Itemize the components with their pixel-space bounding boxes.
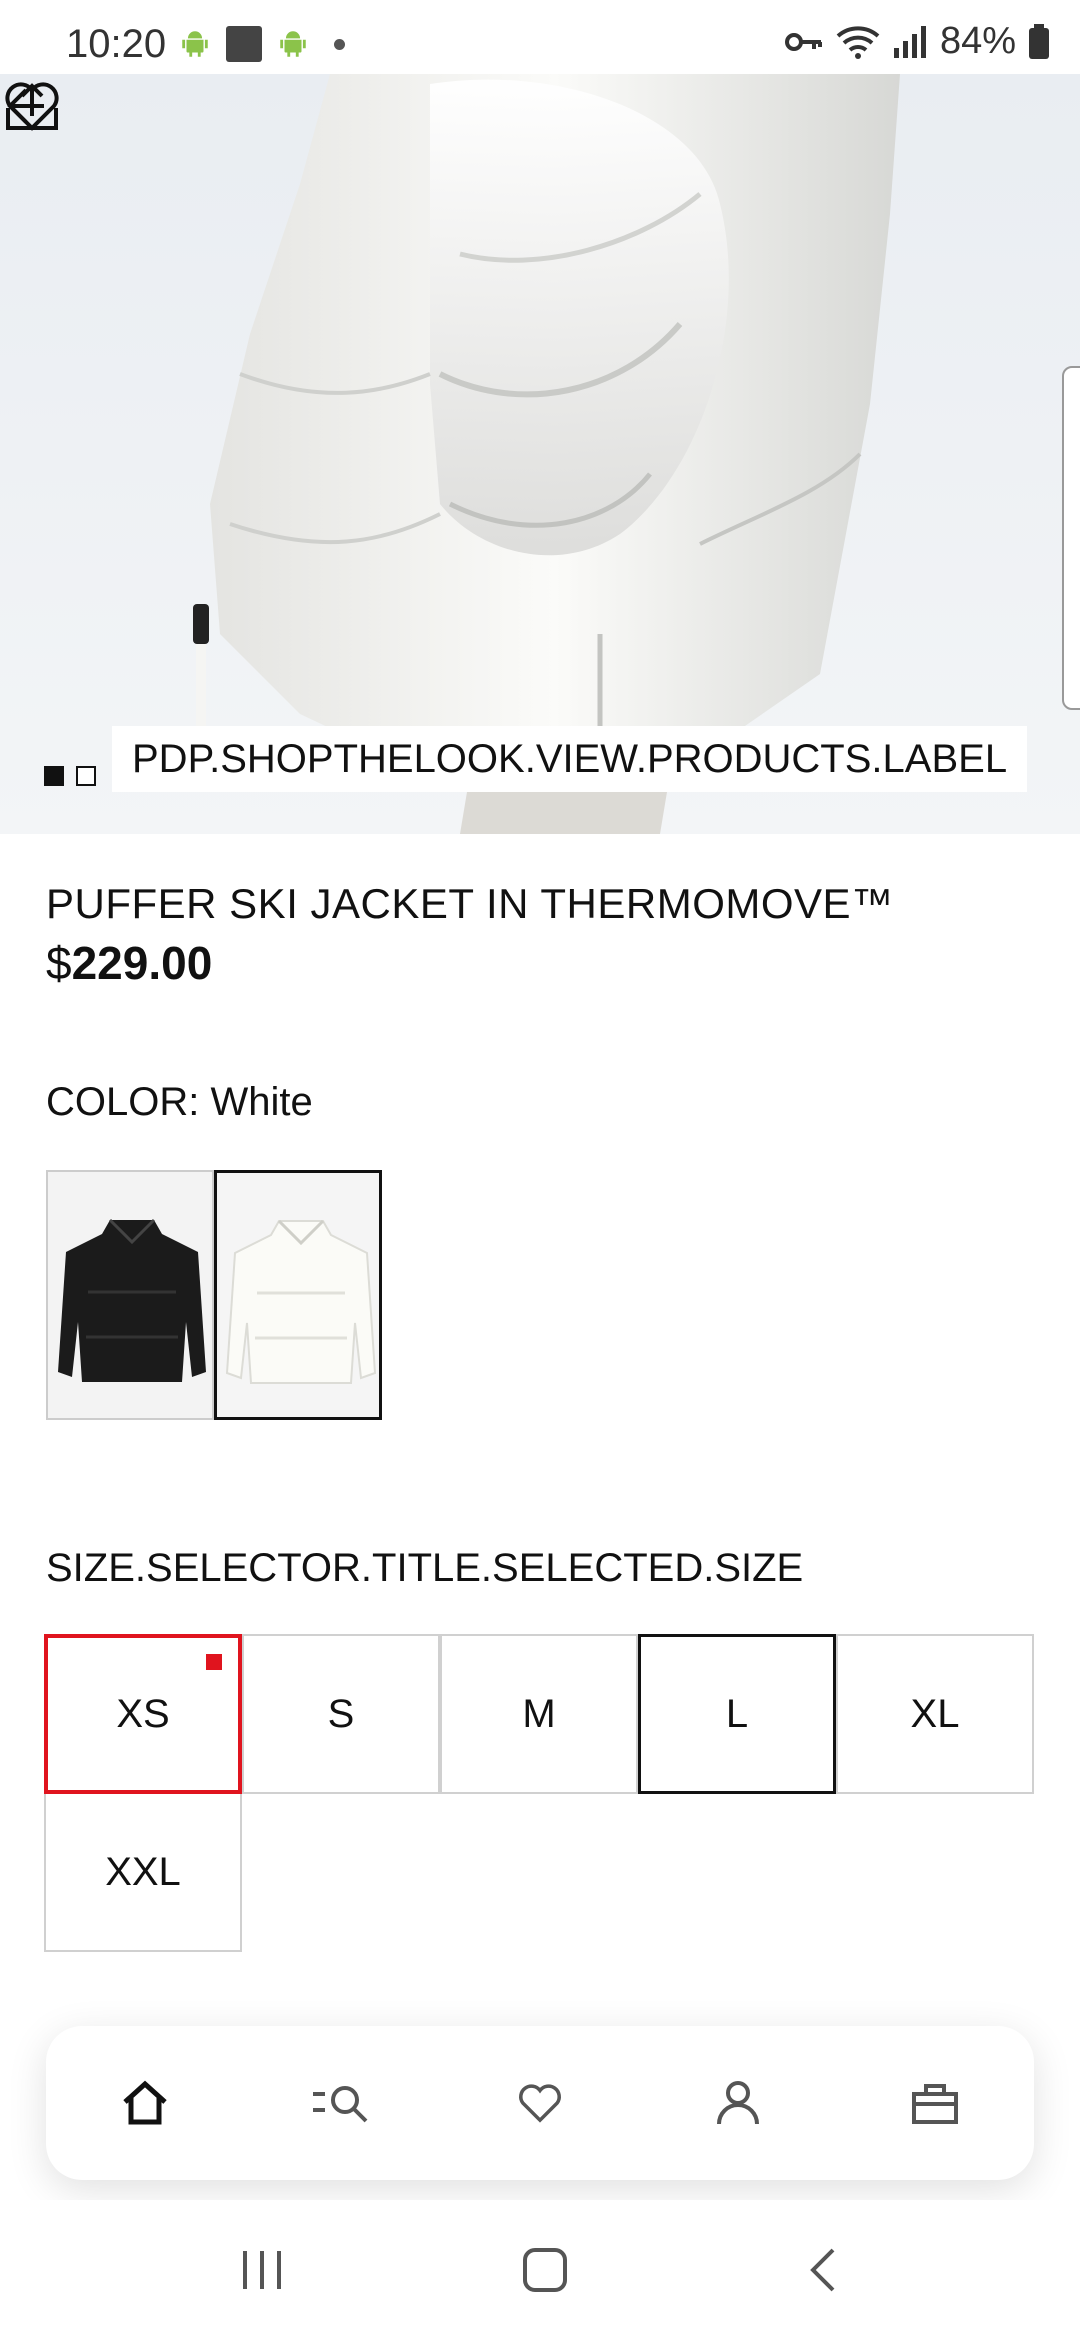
nav-bag[interactable] [890, 2058, 980, 2148]
size-option-xl[interactable]: XL [836, 1634, 1034, 1794]
status-time: 10:20 [66, 22, 167, 66]
battery-percent: 84% [939, 20, 1016, 62]
system-home-icon[interactable] [520, 2245, 570, 2295]
product-price: $229.00 [46, 936, 212, 990]
account-icon [716, 2081, 759, 2125]
product-title: PUFFER SKI JACKET IN THERMOMOVE™ [46, 880, 894, 927]
size-option-xxl[interactable]: XXL [44, 1792, 242, 1952]
low-stock-indicator [206, 1654, 222, 1670]
swatch-white[interactable] [214, 1170, 382, 1420]
shop-the-look-button[interactable]: PDP.SHOPTHELOOK.VIEW.PRODUCTS.LABEL [112, 726, 1028, 792]
price-currency: $ [46, 937, 72, 989]
nav-home[interactable] [100, 2058, 190, 2148]
pager-dot [76, 766, 96, 786]
bottom-navigation [46, 2026, 1034, 2180]
pager-dot-active [44, 766, 64, 786]
scroll-handle[interactable] [1062, 366, 1080, 710]
android-icon [280, 31, 306, 57]
android-icon [182, 31, 208, 57]
size-selector-title: SIZE.SELECTOR.TITLE.SELECTED.SIZE [46, 1546, 804, 1590]
white-jacket-thumbnail [225, 1219, 377, 1384]
price-value: 229.00 [71, 937, 213, 989]
search-icon [313, 2086, 368, 2123]
nav-favorites[interactable] [495, 2058, 585, 2148]
vpn-key-icon [784, 32, 822, 51]
dot-icon [334, 38, 345, 50]
system-back-icon[interactable] [803, 2245, 843, 2295]
color-value: White [210, 1080, 313, 1124]
signal-icon [893, 25, 926, 58]
color-prefix: COLOR: [46, 1080, 200, 1124]
status-bar: 10:20 84% [0, 0, 1080, 74]
image-pager [44, 766, 96, 786]
black-jacket-thumbnail [58, 1218, 206, 1382]
wifi-icon [836, 25, 880, 59]
nav-search[interactable] [297, 2058, 387, 2148]
status-right: 84% [784, 20, 1050, 63]
battery-icon [1029, 23, 1049, 59]
home-icon [123, 2080, 167, 2125]
bag-icon [912, 2084, 959, 2124]
favorite-heart-icon[interactable] [0, 74, 64, 138]
swatch-black[interactable] [46, 1170, 214, 1420]
notification-icons [178, 26, 345, 62]
product-image [193, 74, 900, 834]
color-label: COLOR: White [46, 1080, 313, 1125]
size-option-l[interactable]: L [638, 1634, 836, 1794]
size-option-m[interactable]: M [440, 1634, 638, 1794]
product-image-carousel[interactable]: PDP.SHOPTHELOOK.VIEW.PRODUCTS.LABEL [0, 74, 1080, 834]
color-swatches [46, 1170, 382, 1420]
square-icon [226, 26, 262, 62]
size-label: S [327, 1691, 355, 1736]
size-label: XS [116, 1691, 170, 1736]
size-option-s[interactable]: S [242, 1634, 440, 1794]
size-option-xs[interactable]: XS [44, 1634, 242, 1794]
size-label: XL [910, 1691, 960, 1736]
size-label: XXL [105, 1849, 181, 1894]
system-navigation-bar [0, 2200, 1080, 2340]
size-label: M [522, 1691, 556, 1736]
heart-icon [519, 2084, 561, 2123]
recent-apps-icon[interactable] [237, 2247, 287, 2293]
nav-account[interactable] [693, 2058, 783, 2148]
size-label: L [725, 1691, 749, 1736]
